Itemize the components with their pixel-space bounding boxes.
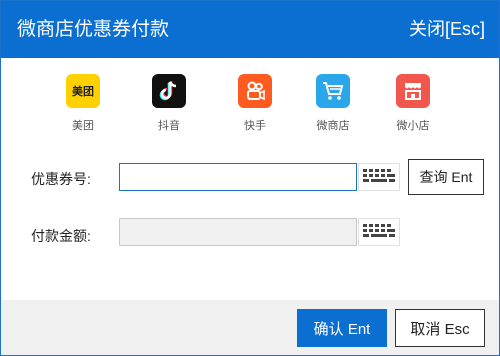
platform-weishangdian[interactable]: 微商店	[303, 74, 363, 133]
confirm-button[interactable]: 确认 Ent	[297, 309, 387, 347]
keyboard-icon	[363, 224, 395, 237]
payment-amount-input	[119, 218, 357, 246]
douyin-icon	[152, 74, 186, 108]
kuaishou-icon	[238, 74, 272, 108]
keyboard-icon	[363, 169, 395, 182]
dialog-title: 微商店优惠券付款	[17, 19, 170, 40]
platform-label: 微商店	[316, 120, 350, 132]
platform-label: 微小店	[396, 120, 430, 132]
close-button[interactable]: 关闭[Esc]	[409, 1, 485, 58]
platform-meituan[interactable]: 美团 美团	[53, 74, 113, 133]
dialog-footer: 确认 Ent 取消 Esc	[1, 300, 499, 355]
cancel-button[interactable]: 取消 Esc	[395, 309, 485, 347]
query-button[interactable]: 查询 Ent	[408, 159, 484, 195]
coupon-number-input[interactable]	[119, 163, 357, 191]
title-bar: 微商店优惠券付款 关闭[Esc]	[1, 1, 499, 58]
store-icon	[396, 74, 430, 108]
meituan-icon: 美团	[66, 74, 100, 108]
keyboard-button[interactable]	[358, 218, 400, 246]
platform-label: 抖音	[158, 120, 180, 132]
platform-label: 快手	[244, 120, 266, 132]
platform-list: 美团 美团 抖音 快手 微商店 微小店	[53, 74, 453, 136]
platform-kuaishou[interactable]: 快手	[225, 74, 285, 133]
platform-weixiaodian[interactable]: 微小店	[383, 74, 443, 133]
cart-icon	[316, 74, 350, 108]
platform-douyin[interactable]: 抖音	[139, 74, 199, 133]
coupon-payment-dialog: 微商店优惠券付款 关闭[Esc] 美团 美团 抖音 快手 微商店 微小店 优惠券…	[0, 0, 500, 356]
platform-label: 美团	[72, 120, 94, 132]
payment-amount-label: 付款金额:	[31, 228, 91, 244]
keyboard-button[interactable]	[358, 163, 400, 191]
coupon-number-label: 优惠券号:	[31, 171, 91, 187]
